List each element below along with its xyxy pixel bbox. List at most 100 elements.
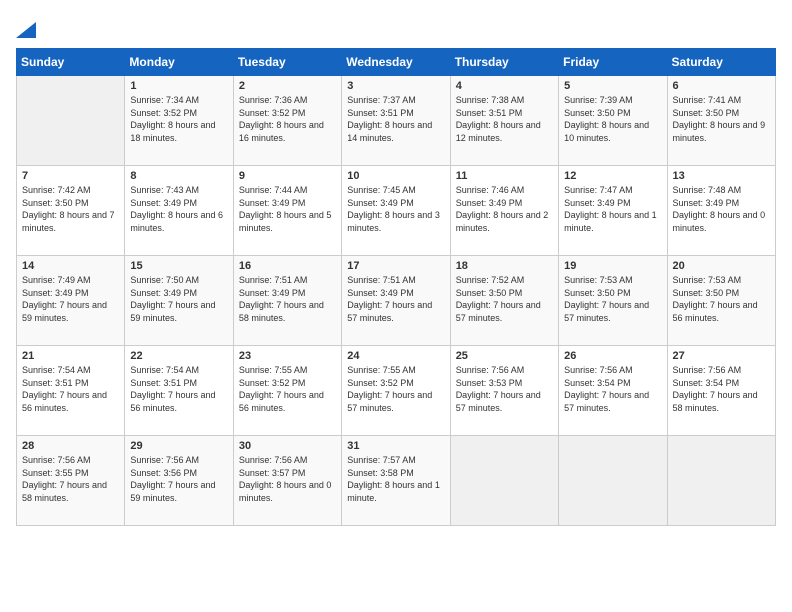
header-day: Sunday xyxy=(17,49,125,76)
calendar-cell: 10Sunrise: 7:45 AMSunset: 3:49 PMDayligh… xyxy=(342,166,450,256)
cell-content: Sunrise: 7:54 AMSunset: 3:51 PMDaylight:… xyxy=(22,364,119,414)
cell-content: Sunrise: 7:39 AMSunset: 3:50 PMDaylight:… xyxy=(564,94,661,144)
day-number: 23 xyxy=(239,350,336,362)
calendar-cell: 27 Sunrise: 7:56 AMSunset: 3:54 PMDayligh… xyxy=(667,346,775,436)
day-number: 18 xyxy=(456,260,553,272)
calendar-cell: 23Sunrise: 7:55 AMSunset: 3:52 PMDayligh… xyxy=(233,346,341,436)
calendar-cell: 8 Sunrise: 7:43 AMSunset: 3:49 PMDaylight… xyxy=(125,166,233,256)
logo-icon xyxy=(16,22,36,38)
calendar-cell: 12 Sunrise: 7:47 AMSunset: 3:49 PMDayligh… xyxy=(559,166,667,256)
day-number: 17 xyxy=(347,260,444,272)
calendar-cell: 14 Sunrise: 7:49 AMSunset: 3:49 PMDayligh… xyxy=(17,256,125,346)
header-day: Saturday xyxy=(667,49,775,76)
day-number: 28 xyxy=(22,440,119,452)
cell-content: Sunrise: 7:53 AMSunset: 3:50 PMDaylight:… xyxy=(564,274,661,324)
calendar-table: SundayMondayTuesdayWednesdayThursdayFrid… xyxy=(16,48,776,526)
cell-content: Sunrise: 7:57 AMSunset: 3:58 PMDaylight:… xyxy=(347,454,444,504)
calendar-cell: 31 Sunrise: 7:57 AMSunset: 3:58 PMDayligh… xyxy=(342,436,450,526)
day-number: 4 xyxy=(456,80,553,92)
calendar-week: 14 Sunrise: 7:49 AMSunset: 3:49 PMDayligh… xyxy=(17,256,776,346)
header-day: Thursday xyxy=(450,49,558,76)
day-number: 22 xyxy=(130,350,227,362)
cell-content: Sunrise: 7:56 AMSunset: 3:55 PMDaylight:… xyxy=(22,454,119,504)
day-number: 31 xyxy=(347,440,444,452)
day-number: 19 xyxy=(564,260,661,272)
header-day: Wednesday xyxy=(342,49,450,76)
cell-content: Sunrise: 7:37 AMSunset: 3:51 PMDaylight:… xyxy=(347,94,444,144)
calendar-cell: 11 Sunrise: 7:46 AMSunset: 3:49 PMDayligh… xyxy=(450,166,558,256)
cell-content: Sunrise: 7:46 AMSunset: 3:49 PMDaylight:… xyxy=(456,184,553,234)
calendar-cell: 16Sunrise: 7:51 AMSunset: 3:49 PMDayligh… xyxy=(233,256,341,346)
calendar-week: 7Sunrise: 7:42 AMSunset: 3:50 PMDaylight… xyxy=(17,166,776,256)
day-number: 15 xyxy=(130,260,227,272)
calendar-cell: 9 Sunrise: 7:44 AMSunset: 3:49 PMDaylight… xyxy=(233,166,341,256)
cell-content: Sunrise: 7:36 AMSunset: 3:52 PMDaylight:… xyxy=(239,94,336,144)
day-number: 30 xyxy=(239,440,336,452)
calendar-week: 1 Sunrise: 7:34 AMSunset: 3:52 PMDaylight… xyxy=(17,76,776,166)
day-number: 25 xyxy=(456,350,553,362)
cell-content: Sunrise: 7:43 AMSunset: 3:49 PMDaylight:… xyxy=(130,184,227,234)
day-number: 21 xyxy=(22,350,119,362)
day-number: 20 xyxy=(673,260,770,272)
cell-content: Sunrise: 7:48 AMSunset: 3:49 PMDaylight:… xyxy=(673,184,770,234)
calendar-cell: 3 Sunrise: 7:37 AMSunset: 3:51 PMDaylight… xyxy=(342,76,450,166)
cell-content: Sunrise: 7:44 AMSunset: 3:49 PMDaylight:… xyxy=(239,184,336,234)
calendar-cell xyxy=(450,436,558,526)
cell-content: Sunrise: 7:47 AMSunset: 3:49 PMDaylight:… xyxy=(564,184,661,234)
cell-content: Sunrise: 7:42 AMSunset: 3:50 PMDaylight:… xyxy=(22,184,119,234)
calendar-cell: 26 Sunrise: 7:56 AMSunset: 3:54 PMDayligh… xyxy=(559,346,667,436)
calendar-cell: 17 Sunrise: 7:51 AMSunset: 3:49 PMDayligh… xyxy=(342,256,450,346)
day-number: 6 xyxy=(673,80,770,92)
cell-content: Sunrise: 7:54 AMSunset: 3:51 PMDaylight:… xyxy=(130,364,227,414)
cell-content: Sunrise: 7:38 AMSunset: 3:51 PMDaylight:… xyxy=(456,94,553,144)
cell-content: Sunrise: 7:34 AMSunset: 3:52 PMDaylight:… xyxy=(130,94,227,144)
calendar-week: 28 Sunrise: 7:56 AMSunset: 3:55 PMDayligh… xyxy=(17,436,776,526)
header-day: Friday xyxy=(559,49,667,76)
calendar-cell: 29Sunrise: 7:56 AMSunset: 3:56 PMDayligh… xyxy=(125,436,233,526)
calendar-cell: 19 Sunrise: 7:53 AMSunset: 3:50 PMDayligh… xyxy=(559,256,667,346)
day-number: 26 xyxy=(564,350,661,362)
calendar-cell: 13Sunrise: 7:48 AMSunset: 3:49 PMDayligh… xyxy=(667,166,775,256)
calendar-cell xyxy=(17,76,125,166)
calendar-cell: 4 Sunrise: 7:38 AMSunset: 3:51 PMDaylight… xyxy=(450,76,558,166)
day-number: 11 xyxy=(456,170,553,182)
cell-content: Sunrise: 7:56 AMSunset: 3:57 PMDaylight:… xyxy=(239,454,336,504)
calendar-cell: 30 Sunrise: 7:56 AMSunset: 3:57 PMDayligh… xyxy=(233,436,341,526)
cell-content: Sunrise: 7:49 AMSunset: 3:49 PMDaylight:… xyxy=(22,274,119,324)
header-row: SundayMondayTuesdayWednesdayThursdayFrid… xyxy=(17,49,776,76)
day-number: 5 xyxy=(564,80,661,92)
day-number: 8 xyxy=(130,170,227,182)
cell-content: Sunrise: 7:56 AMSunset: 3:56 PMDaylight:… xyxy=(130,454,227,504)
calendar-cell xyxy=(559,436,667,526)
cell-content: Sunrise: 7:56 AMSunset: 3:54 PMDaylight:… xyxy=(564,364,661,414)
day-number: 24 xyxy=(347,350,444,362)
cell-content: Sunrise: 7:52 AMSunset: 3:50 PMDaylight:… xyxy=(456,274,553,324)
day-number: 9 xyxy=(239,170,336,182)
calendar-cell: 5 Sunrise: 7:39 AMSunset: 3:50 PMDaylight… xyxy=(559,76,667,166)
day-number: 3 xyxy=(347,80,444,92)
calendar-cell: 6 Sunrise: 7:41 AMSunset: 3:50 PMDaylight… xyxy=(667,76,775,166)
logo-text xyxy=(16,16,36,42)
cell-content: Sunrise: 7:53 AMSunset: 3:50 PMDaylight:… xyxy=(673,274,770,324)
calendar-cell: 25 Sunrise: 7:56 AMSunset: 3:53 PMDayligh… xyxy=(450,346,558,436)
calendar-cell: 22 Sunrise: 7:54 AMSunset: 3:51 PMDayligh… xyxy=(125,346,233,436)
day-number: 14 xyxy=(22,260,119,272)
header-day: Monday xyxy=(125,49,233,76)
cell-content: Sunrise: 7:56 AMSunset: 3:53 PMDaylight:… xyxy=(456,364,553,414)
header-day: Tuesday xyxy=(233,49,341,76)
calendar-week: 21 Sunrise: 7:54 AMSunset: 3:51 PMDayligh… xyxy=(17,346,776,436)
day-number: 27 xyxy=(673,350,770,362)
cell-content: Sunrise: 7:41 AMSunset: 3:50 PMDaylight:… xyxy=(673,94,770,144)
day-number: 2 xyxy=(239,80,336,92)
cell-content: Sunrise: 7:50 AMSunset: 3:49 PMDaylight:… xyxy=(130,274,227,324)
calendar-cell: 18 Sunrise: 7:52 AMSunset: 3:50 PMDayligh… xyxy=(450,256,558,346)
logo xyxy=(16,16,36,38)
day-number: 12 xyxy=(564,170,661,182)
calendar-cell: 7Sunrise: 7:42 AMSunset: 3:50 PMDaylight… xyxy=(17,166,125,256)
day-number: 1 xyxy=(130,80,227,92)
cell-content: Sunrise: 7:51 AMSunset: 3:49 PMDaylight:… xyxy=(347,274,444,324)
cell-content: Sunrise: 7:56 AMSunset: 3:54 PMDaylight:… xyxy=(673,364,770,414)
day-number: 16 xyxy=(239,260,336,272)
calendar-cell: 28 Sunrise: 7:56 AMSunset: 3:55 PMDayligh… xyxy=(17,436,125,526)
calendar-cell: 24Sunrise: 7:55 AMSunset: 3:52 PMDayligh… xyxy=(342,346,450,436)
